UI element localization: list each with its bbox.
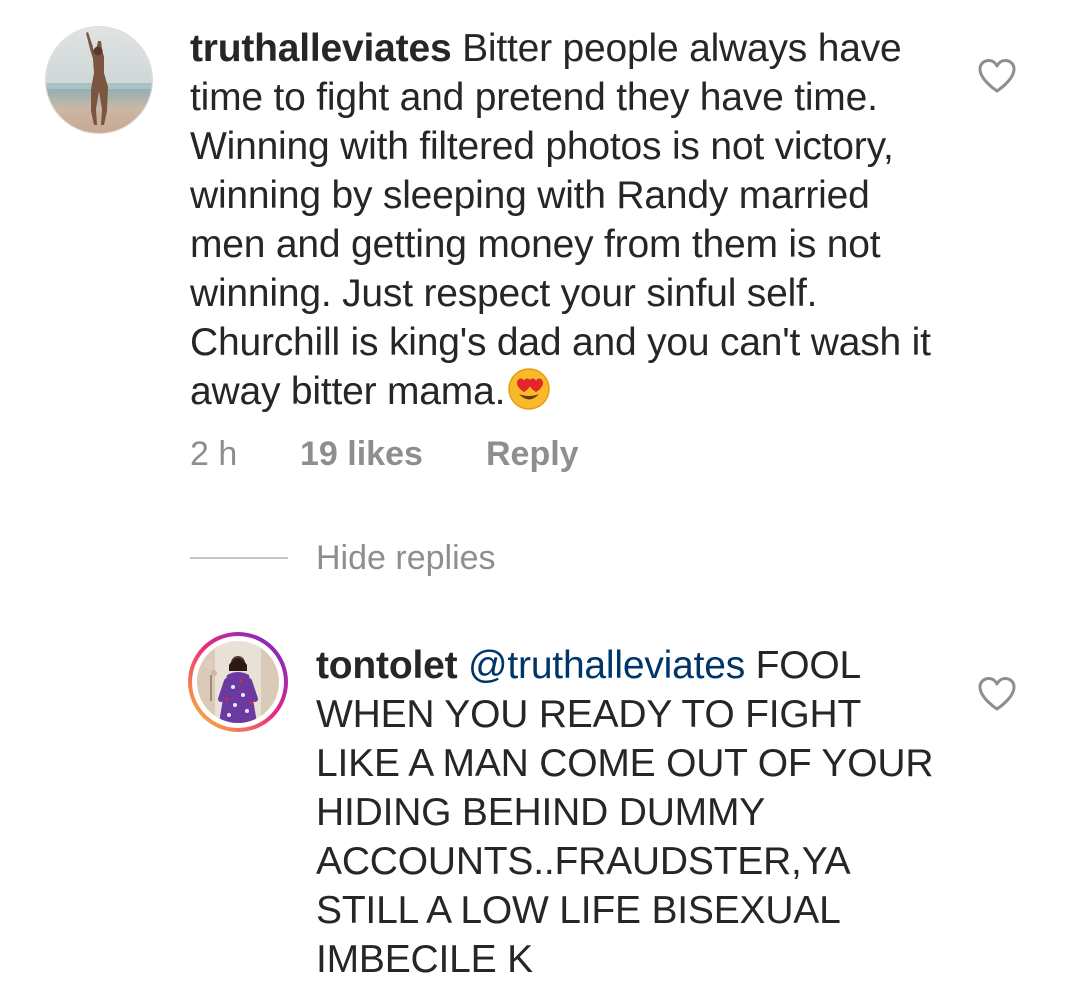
reply-username[interactable]: tontolet (316, 644, 458, 687)
comment-body: Bitter people always have time to fight … (190, 27, 931, 413)
comment-username[interactable]: truthalleviates (190, 27, 452, 70)
reply-text: tontolet @truthalleviates FOOL WHEN YOU … (316, 641, 936, 984)
hide-replies-label[interactable]: Hide replies (316, 538, 496, 578)
comment-timestamp: 2 h (190, 435, 238, 473)
like-heart-icon[interactable] (977, 676, 1017, 712)
divider-line (190, 557, 288, 559)
comment-likes-count[interactable]: 19 likes (300, 434, 423, 474)
reply-mention-link[interactable]: @truthalleviates (468, 644, 745, 687)
beach-photo-image (46, 27, 152, 133)
heart-eyes-emoji-icon (507, 367, 551, 411)
comment: truthalleviates Bitter people always hav… (0, 0, 1080, 500)
comment-text: truthalleviates Bitter people always hav… (190, 24, 950, 416)
like-heart-icon[interactable] (977, 58, 1017, 94)
avatar-tontolet[interactable] (188, 632, 288, 732)
avatar-truthalleviates[interactable] (45, 26, 153, 134)
reply-button[interactable]: Reply (486, 434, 579, 474)
profile-photo-image (197, 641, 279, 723)
reply-body: FOOL WHEN YOU READY TO FIGHT LIKE A MAN … (316, 644, 934, 981)
